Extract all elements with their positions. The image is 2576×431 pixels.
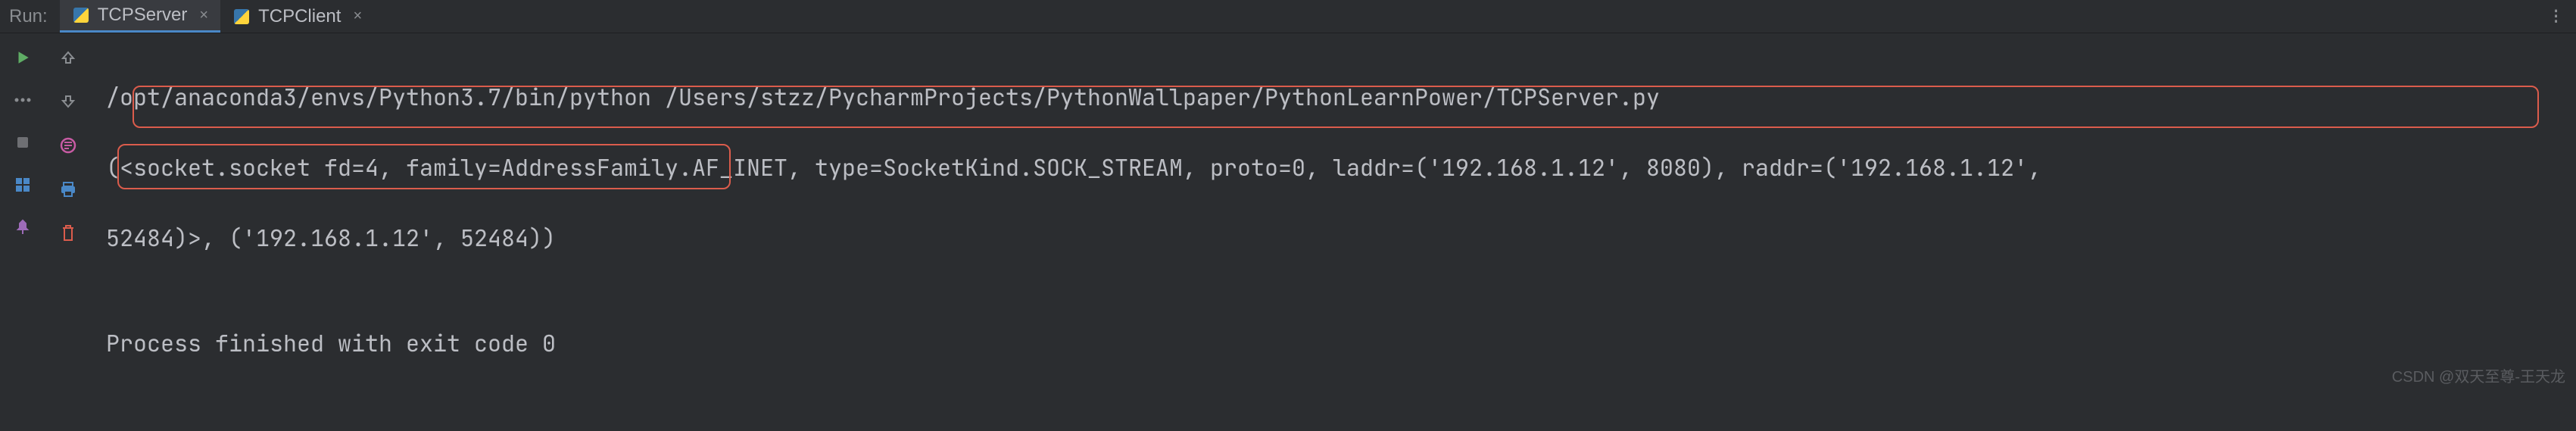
print-button[interactable] <box>55 176 82 203</box>
console-output[interactable]: /opt/anaconda3/envs/Python3.7/bin/python… <box>91 33 2576 392</box>
command-line: /opt/anaconda3/envs/Python3.7/bin/python… <box>106 80 2561 115</box>
soft-wrap-button[interactable] <box>55 132 82 159</box>
tab-label: TCPServer <box>98 5 188 26</box>
up-arrow-icon <box>60 49 76 66</box>
pin-icon <box>15 219 30 236</box>
play-button[interactable] <box>9 44 36 71</box>
stop-icon <box>15 135 30 150</box>
left-toolbar <box>0 33 45 392</box>
main-area: /opt/anaconda3/envs/Python3.7/bin/python… <box>0 33 2576 392</box>
tab-label: TCPClient <box>258 6 341 27</box>
more-icon[interactable]: ⁝ <box>2553 2 2561 30</box>
pin-button[interactable] <box>9 214 36 241</box>
more-button[interactable] <box>9 86 36 114</box>
tab-tcpclient[interactable]: TCPClient × <box>220 0 374 33</box>
output-line-1: (<socket.socket fd=4, family=AddressFami… <box>106 150 2561 186</box>
scroll-down-button[interactable] <box>55 88 82 115</box>
print-icon <box>59 181 77 198</box>
wrap-icon <box>59 136 77 155</box>
exit-line: Process finished with exit code 0 <box>106 326 2561 361</box>
scroll-up-button[interactable] <box>55 44 82 71</box>
dots-icon <box>14 97 31 103</box>
close-icon[interactable]: × <box>353 8 362 25</box>
run-label: Run: <box>0 6 60 27</box>
tabs-container: TCPServer × TCPClient × <box>60 0 374 33</box>
python-file-icon <box>72 6 90 24</box>
watermark: CSDN @双天至尊-王天龙 <box>2392 364 2565 386</box>
layout-button[interactable] <box>9 171 36 198</box>
layout-icon <box>14 176 31 193</box>
python-file-icon <box>232 8 251 26</box>
top-bar: Run: TCPServer × TCPClient × ⁝ <box>0 0 2576 33</box>
output-line-2: 52484)>, ('192.168.1.12', 52484)) <box>106 220 2561 256</box>
play-icon <box>14 49 31 66</box>
tab-tcpserver[interactable]: TCPServer × <box>60 0 220 33</box>
stop-button[interactable] <box>9 129 36 156</box>
close-icon[interactable]: × <box>199 7 208 24</box>
clear-button[interactable] <box>55 220 82 247</box>
console-toolbar <box>45 33 91 392</box>
trash-icon <box>61 224 76 242</box>
down-arrow-icon <box>60 93 76 110</box>
